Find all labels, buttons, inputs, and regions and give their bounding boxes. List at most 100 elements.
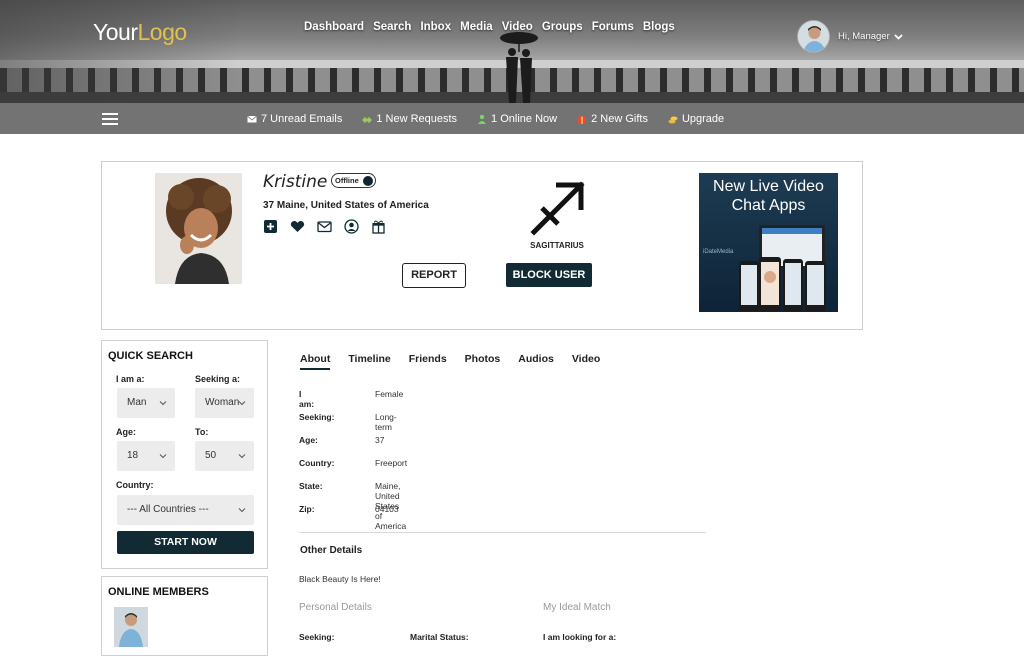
new-gifts-link[interactable]: 2 New Gifts (577, 113, 648, 125)
profile-user-icon[interactable] (344, 219, 359, 234)
detail-value: 37 (375, 435, 385, 445)
nav-dashboard[interactable]: Dashboard (304, 21, 364, 33)
header-banner: YourLogo Dashboard Search Inbox Media Vi… (0, 0, 1024, 103)
unread-emails-label: 7 Unread Emails (261, 112, 343, 125)
quick-search-panel: QUICK SEARCH I am a: Seeking a: Man Woma… (101, 340, 268, 569)
new-requests-link[interactable]: 1 New Requests (362, 113, 457, 125)
notification-items: 7 Unread Emails 1 New Requests 1 Online … (247, 103, 724, 134)
detail-key: State: (299, 481, 323, 491)
chevron-down-icon (238, 454, 246, 459)
age-min-select[interactable]: 18 (117, 441, 175, 471)
banner-shade (0, 0, 240, 103)
nav-inbox[interactable]: Inbox (420, 21, 451, 33)
new-gifts-label: 2 New Gifts (591, 112, 648, 125)
nav-search[interactable]: Search (373, 21, 411, 33)
online-now-label: 1 Online Now (491, 112, 558, 125)
member-photo (114, 607, 148, 647)
i-am-label: I am a: (116, 374, 145, 384)
user-menu[interactable]: Hi, Manager (797, 20, 903, 53)
profile-photo-image (155, 173, 242, 284)
person-icon (478, 114, 487, 124)
nav-forums[interactable]: Forums (592, 21, 634, 33)
send-gift-icon[interactable] (371, 219, 386, 234)
new-requests-label: 1 New Requests (376, 112, 458, 125)
tab-friends[interactable]: Friends (409, 353, 447, 370)
seeking-select[interactable]: Woman (195, 388, 254, 418)
online-members-title: ONLINE MEMBERS (108, 586, 209, 598)
profile-name: Kristine (263, 172, 328, 192)
nav-video[interactable]: Video (502, 21, 533, 33)
nav-groups[interactable]: Groups (542, 21, 583, 33)
age-label: Age: (116, 427, 136, 437)
upgrade-link[interactable]: Upgrade (668, 113, 724, 125)
country-value: --- All Countries --- (127, 504, 209, 515)
logo-text-primary: Your (93, 19, 138, 45)
i-am-value: Man (127, 397, 147, 408)
profile-card: Kristine Offline 37 Maine, United States… (101, 161, 863, 330)
nav-blogs[interactable]: Blogs (643, 21, 675, 33)
report-button[interactable]: REPORT (402, 263, 466, 288)
chevron-down-icon (894, 33, 903, 40)
online-status-text: Offline (335, 176, 359, 185)
message-icon[interactable] (317, 219, 332, 234)
user-avatar-image (798, 21, 829, 52)
heart-icon[interactable] (290, 219, 305, 234)
greeting-text: Hi, Manager (838, 31, 890, 42)
tab-audios[interactable]: Audios (518, 353, 554, 370)
to-label: To: (195, 427, 209, 437)
detail-value: 04103 (375, 504, 399, 514)
handshake-icon (362, 116, 373, 123)
detail-key: Age: (299, 435, 318, 445)
hamburger-menu-icon[interactable] (102, 113, 118, 125)
personal-details-heading: Personal Details (299, 602, 372, 613)
section-divider (299, 532, 706, 533)
seeking-value: Woman (205, 397, 240, 408)
ad-brand: iDateMedia (703, 249, 734, 255)
detail-value: Female (375, 389, 404, 399)
gift-icon (577, 116, 587, 124)
start-now-button[interactable]: START NOW (117, 531, 254, 554)
site-logo[interactable]: YourLogo (93, 19, 187, 46)
seeking-label: Seeking a: (195, 374, 241, 384)
detail-key: Zip: (299, 504, 315, 514)
sagittarius-icon (530, 181, 585, 236)
online-now-link[interactable]: 1 Online Now (477, 113, 557, 125)
envelope-icon (247, 115, 257, 122)
online-members-panel: ONLINE MEMBERS (101, 576, 268, 656)
profile-location: 37 Maine, United States of America (263, 200, 429, 211)
toggle-knob (363, 176, 373, 186)
tab-timeline[interactable]: Timeline (348, 353, 390, 370)
detail-value: Long-term (375, 412, 397, 432)
main-nav: Dashboard Search Inbox Media Video Group… (304, 21, 675, 33)
profile-tagline: Black Beauty Is Here! (299, 574, 381, 584)
ideal-match-heading: My Ideal Match (543, 602, 611, 613)
country-select[interactable]: --- All Countries --- (117, 495, 254, 525)
age-min-value: 18 (127, 450, 139, 461)
block-user-button[interactable]: BLOCK USER (506, 263, 592, 287)
banner-couple-silhouette (500, 32, 538, 103)
tab-photos[interactable]: Photos (465, 353, 501, 370)
chevron-down-icon (159, 401, 167, 406)
user-avatar[interactable] (797, 20, 830, 53)
chevron-down-icon (238, 401, 246, 406)
age-max-select[interactable]: 50 (195, 441, 254, 471)
tab-video[interactable]: Video (572, 353, 600, 370)
chevron-down-icon (238, 508, 246, 513)
quick-search-title: QUICK SEARCH (108, 350, 193, 362)
detail-key: Seeking: (299, 412, 335, 422)
video-chat-ad-banner[interactable]: New Live Video Chat Apps iDateMedia (699, 173, 838, 312)
user-greeting[interactable]: Hi, Manager (838, 31, 903, 42)
profile-photo[interactable] (155, 173, 242, 284)
chevron-down-icon (159, 454, 167, 459)
online-member-avatar[interactable] (114, 607, 148, 647)
detail-value: Freeport (375, 458, 408, 468)
i-am-select[interactable]: Man (117, 388, 175, 418)
unread-emails-link[interactable]: 7 Unread Emails (247, 113, 342, 125)
add-friend-icon[interactable] (263, 219, 278, 234)
nav-media[interactable]: Media (460, 21, 493, 33)
notification-bar: 7 Unread Emails 1 New Requests 1 Online … (0, 103, 1024, 134)
profile-actions (263, 219, 386, 234)
tab-about[interactable]: About (300, 353, 331, 370)
ad-devices-image (739, 225, 826, 311)
online-status-toggle[interactable]: Offline (331, 173, 376, 188)
